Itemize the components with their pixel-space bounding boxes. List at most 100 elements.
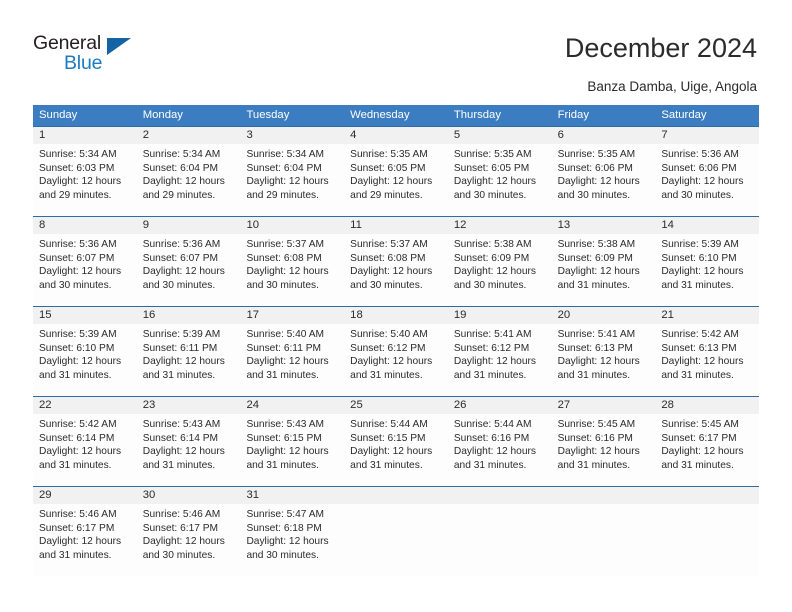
day-number[interactable]: 29 (33, 487, 137, 504)
day-number[interactable]: 23 (137, 397, 241, 414)
day-cell[interactable]: Sunrise: 5:35 AM Sunset: 6:06 PM Dayligh… (552, 144, 656, 216)
day-cell[interactable]: Sunrise: 5:35 AM Sunset: 6:05 PM Dayligh… (448, 144, 552, 216)
day-cell[interactable]: Sunrise: 5:40 AM Sunset: 6:11 PM Dayligh… (240, 324, 344, 396)
day-cell[interactable]: Sunrise: 5:44 AM Sunset: 6:16 PM Dayligh… (448, 414, 552, 486)
day-number[interactable]: 4 (344, 127, 448, 144)
day-cell[interactable]: Sunrise: 5:47 AM Sunset: 6:18 PM Dayligh… (240, 504, 344, 576)
daylight-text-line2: and 31 minutes. (39, 549, 112, 561)
sunrise-text: Sunrise: 5:35 AM (350, 149, 428, 160)
day-cell[interactable]: Sunrise: 5:36 AM Sunset: 6:07 PM Dayligh… (137, 234, 241, 306)
day-cell[interactable]: Sunrise: 5:39 AM Sunset: 6:10 PM Dayligh… (655, 234, 759, 306)
day-number[interactable]: 30 (137, 487, 241, 504)
day-number[interactable]: 28 (655, 397, 759, 414)
day-cell[interactable]: Sunrise: 5:45 AM Sunset: 6:17 PM Dayligh… (655, 414, 759, 486)
day-cell[interactable]: Sunrise: 5:42 AM Sunset: 6:14 PM Dayligh… (33, 414, 137, 486)
sunrise-text: Sunrise: 5:34 AM (142, 149, 221, 160)
sunrise-text: Sunrise: 5:42 AM (39, 419, 117, 430)
daylight-text-line1: Daylight: 12 hours (661, 266, 744, 278)
day-number[interactable]: 20 (552, 307, 656, 324)
day-cell[interactable]: Sunrise: 5:43 AM Sunset: 6:15 PM Dayligh… (240, 414, 344, 486)
day-cell[interactable]: Sunrise: 5:37 AM Sunset: 6:08 PM Dayligh… (344, 234, 448, 306)
day-number[interactable]: 8 (33, 217, 137, 234)
day-number[interactable]: 1 (33, 127, 137, 144)
day-number[interactable]: 9 (137, 217, 241, 234)
day-number[interactable]: 14 (655, 217, 759, 234)
day-cell[interactable]: Sunrise: 5:36 AM Sunset: 6:07 PM Dayligh… (33, 234, 137, 306)
day-number[interactable]: 10 (240, 217, 344, 234)
day-cell[interactable]: Sunrise: 5:41 AM Sunset: 6:12 PM Dayligh… (448, 324, 552, 396)
day-number[interactable]: 31 (240, 487, 344, 504)
sunset-text: Sunset: 6:17 PM (661, 432, 737, 444)
weekday-header-saturday: Saturday (661, 109, 707, 121)
sunset-text: Sunset: 6:08 PM (350, 252, 426, 264)
day-number[interactable]: 19 (448, 307, 552, 324)
day-cell[interactable]: Sunrise: 5:36 AM Sunset: 6:06 PM Dayligh… (655, 144, 759, 216)
day-cell[interactable]: Sunrise: 5:41 AM Sunset: 6:13 PM Dayligh… (552, 324, 656, 396)
day-cell[interactable]: Sunrise: 5:44 AM Sunset: 6:15 PM Dayligh… (344, 414, 448, 486)
sunset-text: Sunset: 6:05 PM (453, 162, 530, 174)
sunset-text: Sunset: 6:07 PM (142, 252, 219, 264)
day-cell[interactable]: Sunrise: 5:38 AM Sunset: 6:09 PM Dayligh… (552, 234, 656, 306)
day-cell[interactable]: Sunrise: 5:42 AM Sunset: 6:13 PM Dayligh… (655, 324, 759, 396)
day-number[interactable]: 2 (137, 127, 241, 144)
day-cell[interactable]: Sunrise: 5:46 AM Sunset: 6:17 PM Dayligh… (137, 504, 241, 576)
calendar-week-row: 15 16 17 18 19 20 21 Sunrise: 5:39 AM Su… (33, 306, 759, 396)
day-number[interactable]: 5 (448, 127, 552, 144)
day-cell[interactable]: Sunrise: 5:38 AM Sunset: 6:09 PM Dayligh… (448, 234, 552, 306)
day-cell[interactable]: Sunrise: 5:45 AM Sunset: 6:16 PM Dayligh… (552, 414, 656, 486)
daylight-text-line2: and 30 minutes. (142, 549, 216, 561)
day-cell[interactable]: Sunrise: 5:34 AM Sunset: 6:04 PM Dayligh… (240, 144, 344, 216)
daylight-text-line2: and 31 minutes. (453, 369, 527, 381)
day-number[interactable]: 18 (344, 307, 448, 324)
day-cell[interactable]: Sunrise: 5:40 AM Sunset: 6:12 PM Dayligh… (344, 324, 448, 396)
day-number[interactable]: 16 (137, 307, 241, 324)
day-cell[interactable]: Sunrise: 5:43 AM Sunset: 6:14 PM Dayligh… (137, 414, 241, 486)
sunrise-text: Sunrise: 5:41 AM (557, 329, 636, 340)
day-number-empty (448, 487, 552, 504)
daylight-text-line1: Daylight: 12 hours (246, 536, 329, 548)
daylight-text-line2: and 31 minutes. (246, 369, 319, 381)
sunset-text: Sunset: 6:13 PM (557, 342, 633, 354)
sunset-text: Sunset: 6:10 PM (39, 342, 115, 354)
sunrise-text: Sunrise: 5:47 AM (246, 509, 325, 520)
day-number[interactable]: 12 (448, 217, 552, 234)
weekday-header-sunday: Sunday (39, 109, 78, 121)
daylight-text-line1: Daylight: 12 hours (453, 356, 536, 368)
day-number[interactable]: 3 (240, 127, 344, 144)
sunrise-text: Sunrise: 5:40 AM (350, 329, 428, 340)
day-number[interactable]: 17 (240, 307, 344, 324)
week-daynumber-band: 8 9 10 11 12 13 14 (33, 217, 759, 234)
daylight-text-line2: and 31 minutes. (661, 459, 734, 471)
day-cell[interactable]: Sunrise: 5:37 AM Sunset: 6:08 PM Dayligh… (240, 234, 344, 306)
sunset-text: Sunset: 6:11 PM (246, 342, 321, 354)
day-cell[interactable]: Sunrise: 5:34 AM Sunset: 6:03 PM Dayligh… (33, 144, 137, 216)
day-cell[interactable]: Sunrise: 5:34 AM Sunset: 6:04 PM Dayligh… (137, 144, 241, 216)
daylight-text-line2: and 29 minutes. (39, 189, 112, 201)
day-cell[interactable]: Sunrise: 5:35 AM Sunset: 6:05 PM Dayligh… (344, 144, 448, 216)
sunset-text: Sunset: 6:11 PM (142, 342, 218, 354)
sunrise-text: Sunrise: 5:41 AM (453, 329, 532, 340)
day-cell[interactable]: Sunrise: 5:39 AM Sunset: 6:11 PM Dayligh… (137, 324, 241, 396)
daylight-text-line1: Daylight: 12 hours (661, 356, 744, 368)
daylight-text-line2: and 31 minutes. (557, 369, 631, 381)
weekday-header-tuesday: Tuesday (246, 109, 290, 121)
day-number[interactable]: 27 (552, 397, 656, 414)
day-number[interactable]: 7 (655, 127, 759, 144)
sunrise-text: Sunrise: 5:44 AM (350, 419, 428, 430)
sunrise-text: Sunrise: 5:34 AM (246, 149, 325, 160)
day-cell[interactable]: Sunrise: 5:46 AM Sunset: 6:17 PM Dayligh… (33, 504, 137, 576)
day-number[interactable]: 6 (552, 127, 656, 144)
daylight-text-line2: and 29 minutes. (142, 189, 216, 201)
day-number[interactable]: 24 (240, 397, 344, 414)
day-number[interactable]: 15 (33, 307, 137, 324)
day-number[interactable]: 21 (655, 307, 759, 324)
day-number[interactable]: 11 (344, 217, 448, 234)
daylight-text-line1: Daylight: 12 hours (661, 176, 744, 188)
day-number[interactable]: 22 (33, 397, 137, 414)
sunrise-text: Sunrise: 5:36 AM (39, 239, 117, 250)
day-number[interactable]: 25 (344, 397, 448, 414)
day-number[interactable]: 26 (448, 397, 552, 414)
day-cell[interactable]: Sunrise: 5:39 AM Sunset: 6:10 PM Dayligh… (33, 324, 137, 396)
sunrise-text: Sunrise: 5:43 AM (142, 419, 221, 430)
day-number[interactable]: 13 (552, 217, 656, 234)
